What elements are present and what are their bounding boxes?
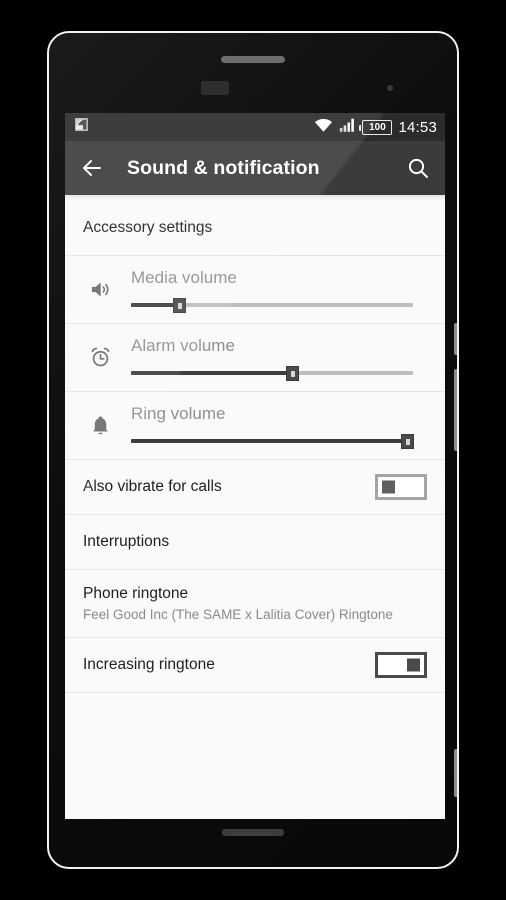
- list-item-sublabel: Feel Good Inc (The SAME x Lalitia Cover)…: [83, 607, 393, 622]
- slider-label: Alarm volume: [131, 336, 235, 355]
- settings-list[interactable]: Accessory settings Media volume Alarm vo…: [65, 195, 445, 819]
- list-item-interruptions[interactable]: Interruptions: [65, 515, 445, 570]
- list-item-label: Interruptions: [83, 533, 170, 550]
- slider-thumb[interactable]: [285, 366, 299, 381]
- list-item-label: Increasing ringtone: [83, 656, 215, 673]
- alarm-volume-slider[interactable]: [131, 366, 413, 381]
- search-icon[interactable]: [405, 155, 431, 181]
- power-button[interactable]: [454, 323, 457, 355]
- list-item-also-vibrate-for-calls[interactable]: Also vibrate for calls: [65, 460, 445, 515]
- status-bar-system-icons: 100 14:53: [314, 117, 437, 138]
- list-item-alarm-volume[interactable]: Alarm volume: [65, 324, 445, 392]
- cellular-signal-icon: [339, 117, 356, 138]
- media-volume-body: Media volume: [121, 268, 427, 313]
- media-volume-slider[interactable]: [131, 298, 413, 313]
- phone-device: 100 14:53 Sound & notification Accessory…: [47, 31, 459, 869]
- slider-thumb[interactable]: [401, 434, 415, 449]
- status-bar: 100 14:53: [65, 113, 445, 141]
- battery-level-label: 100: [369, 121, 386, 133]
- ring-volume-body: Ring volume: [121, 404, 427, 449]
- speaker-icon: [79, 278, 121, 301]
- slider-fill: [131, 439, 408, 443]
- earpiece-speaker: [221, 56, 285, 63]
- increasing-ringtone-toggle[interactable]: [375, 652, 427, 678]
- proximity-sensor: [387, 85, 393, 91]
- ring-volume-slider[interactable]: [131, 434, 415, 449]
- list-item-media-volume[interactable]: Media volume: [65, 256, 445, 324]
- status-bar-clock: 14:53: [398, 118, 437, 136]
- slider-fill: [131, 371, 292, 375]
- battery-icon: 100: [359, 119, 393, 135]
- slider-thumb[interactable]: [172, 298, 186, 313]
- slider-label: Media volume: [131, 268, 237, 287]
- volume-rocker-button[interactable]: [454, 369, 457, 451]
- camera-shutter-button[interactable]: [454, 749, 457, 797]
- alarm-clock-icon: [79, 346, 121, 369]
- list-item-label: Accessory settings: [83, 219, 213, 236]
- list-item-ring-volume[interactable]: Ring volume: [65, 392, 445, 460]
- toggle-knob: [407, 658, 420, 672]
- bell-icon: [79, 414, 121, 437]
- wifi-icon: [314, 117, 333, 138]
- toggle-knob: [382, 480, 395, 494]
- list-item-label: Phone ringtone: [83, 585, 189, 602]
- back-arrow-icon[interactable]: [79, 155, 105, 181]
- slider-fill: [131, 303, 179, 307]
- app-notification-icon: [73, 116, 90, 138]
- bottom-bezel-mark: [222, 829, 284, 836]
- also-vibrate-for-calls-toggle[interactable]: [375, 474, 427, 500]
- front-camera-module: [201, 81, 229, 95]
- list-item-increasing-ringtone[interactable]: Increasing ringtone: [65, 638, 445, 693]
- screenshot-root: 100 14:53 Sound & notification Accessory…: [0, 0, 506, 900]
- list-item-phone-ringtone[interactable]: Phone ringtone Feel Good Inc (The SAME x…: [65, 570, 445, 638]
- status-bar-notifications: [73, 116, 90, 138]
- alarm-volume-body: Alarm volume: [121, 336, 427, 381]
- list-item-label: Also vibrate for calls: [83, 478, 222, 495]
- slider-label: Ring volume: [131, 404, 226, 423]
- app-bar: Sound & notification: [65, 141, 445, 195]
- phone-screen: 100 14:53 Sound & notification Accessory…: [65, 113, 445, 819]
- list-item-accessory-settings[interactable]: Accessory settings: [65, 201, 445, 256]
- page-title: Sound & notification: [127, 156, 320, 179]
